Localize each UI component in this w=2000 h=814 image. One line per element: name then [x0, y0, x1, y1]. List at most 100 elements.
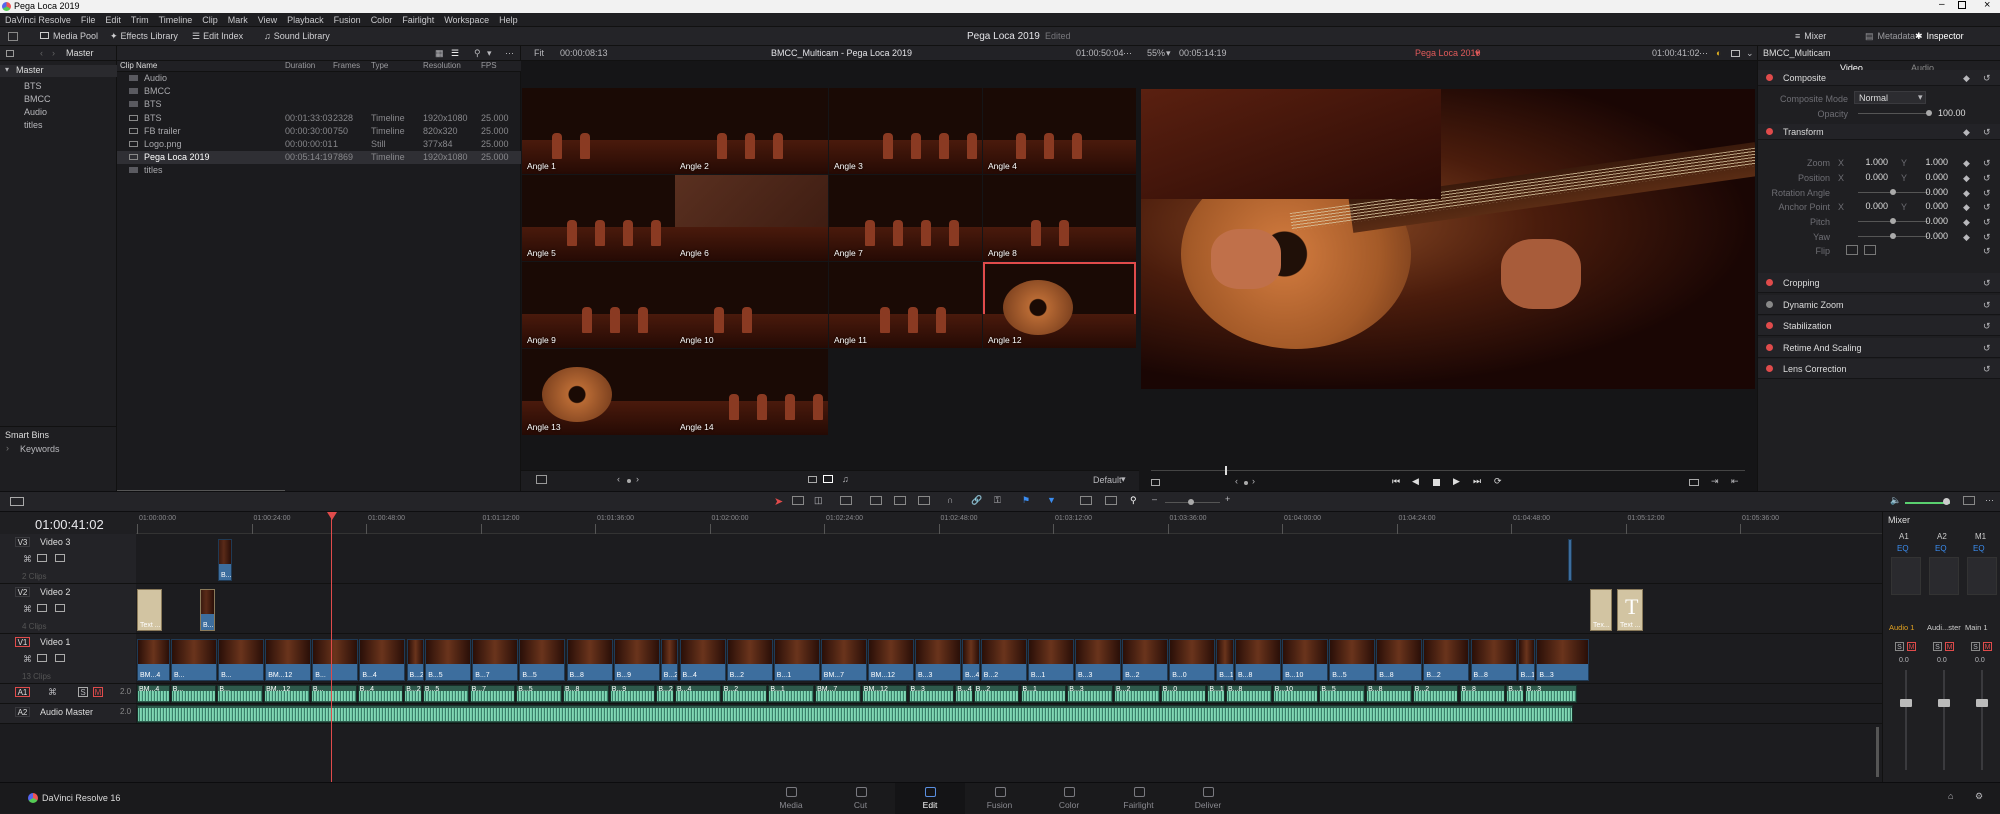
- angle-tile[interactable]: Angle 1: [522, 88, 675, 174]
- track-id[interactable]: V2: [15, 587, 30, 597]
- v1-clip[interactable]: B...1: [1027, 639, 1074, 681]
- reset-icon[interactable]: ↺: [1983, 70, 1991, 86]
- a1-clip[interactable]: B...: [170, 685, 217, 703]
- bypass-color-icon[interactable]: ◐: [1716, 46, 1721, 61]
- track-id[interactable]: V3: [15, 537, 30, 547]
- transform-value[interactable]: 0.000: [1908, 201, 1948, 212]
- minimize-button[interactable]: –: [1939, 0, 1945, 10]
- angle-tile[interactable]: Angle 11: [829, 262, 982, 348]
- mute-icon[interactable]: M: [1945, 642, 1954, 651]
- opacity-slider-handle[interactable]: [1926, 110, 1932, 116]
- disable-video-icon[interactable]: [55, 604, 65, 612]
- a1-clip[interactable]: B...1: [1207, 685, 1225, 703]
- a1-clip[interactable]: B...2: [1114, 685, 1160, 703]
- loop-icon[interactable]: ⟳: [1494, 476, 1502, 487]
- v3-clip[interactable]: B...: [218, 539, 232, 581]
- thumbnail-view-icon[interactable]: ▦: [435, 46, 444, 61]
- a1-clip[interactable]: B...3: [908, 685, 955, 703]
- transform-value[interactable]: 0.000: [1848, 172, 1888, 183]
- lock-icon[interactable]: ⌘: [23, 554, 32, 565]
- column-frames[interactable]: Frames: [333, 61, 360, 70]
- angle-tile[interactable]: Angle 14: [675, 349, 828, 435]
- more-options-icon[interactable]: ⋯: [1699, 46, 1708, 61]
- menu-item[interactable]: File: [76, 13, 101, 27]
- home-icon[interactable]: ⌂: [1948, 791, 1953, 801]
- lock-icon[interactable]: ⌘: [48, 687, 57, 698]
- column-resolution[interactable]: Resolution: [423, 61, 461, 70]
- a1-clip[interactable]: BM...12: [264, 685, 310, 703]
- menu-item[interactable]: Edit: [100, 13, 126, 27]
- effects-library-button[interactable]: ✦ Effects Library: [110, 27, 178, 46]
- solo-icon[interactable]: S: [1971, 642, 1980, 651]
- auto-select-icon[interactable]: [37, 654, 47, 662]
- v1-clip[interactable]: B...3: [1536, 639, 1589, 681]
- edit-index-button[interactable]: ☰ Edit Index: [192, 27, 243, 46]
- menu-item[interactable]: View: [253, 13, 282, 27]
- enable-dot-icon[interactable]: [1766, 322, 1773, 329]
- column-fps[interactable]: FPS: [481, 61, 497, 70]
- a1-clip[interactable]: B...3: [1067, 685, 1113, 703]
- v1-clip[interactable]: B...2: [980, 639, 1027, 681]
- menu-item[interactable]: Fairlight: [397, 13, 439, 27]
- angle-tile[interactable]: Angle 12: [983, 262, 1136, 348]
- track-id[interactable]: A1: [15, 687, 30, 697]
- angle-tile[interactable]: Angle 8: [983, 175, 1136, 261]
- media-row[interactable]: FB trailer 00:00:30:00 750 Timeline 820x320 2…: [117, 125, 521, 138]
- section-transform[interactable]: Transform ◆ ↺: [1758, 124, 2000, 140]
- zoom-in-icon[interactable]: +: [1225, 494, 1230, 504]
- a1-clip[interactable]: B...8: [1366, 685, 1412, 703]
- page-tab-media[interactable]: Media: [756, 783, 826, 814]
- a1-clip[interactable]: B...4: [675, 685, 721, 703]
- v1-clip[interactable]: B...5: [425, 639, 472, 681]
- reset-icon[interactable]: ↺: [1983, 232, 1991, 243]
- v1-clip[interactable]: B...5: [519, 639, 566, 681]
- a1-clip[interactable]: BM...4: [137, 685, 170, 703]
- chevron-down-icon[interactable]: ▾: [1121, 474, 1126, 485]
- v1-clip[interactable]: BM...4: [137, 639, 170, 681]
- v1-clip[interactable]: B...2: [406, 639, 425, 681]
- angle-tile[interactable]: Angle 7: [829, 175, 982, 261]
- marker-icon[interactable]: ▼: [1047, 495, 1056, 505]
- a1-clip[interactable]: B...7: [469, 685, 516, 703]
- a1-clip[interactable]: B...: [310, 685, 357, 703]
- v1-clip[interactable]: BM...12: [867, 639, 914, 681]
- page-tab-fairlight[interactable]: Fairlight: [1104, 783, 1174, 814]
- smart-bin-keywords[interactable]: Keywords: [20, 444, 60, 454]
- bin-root[interactable]: ▾ Master: [0, 65, 117, 77]
- zoom-slider-handle[interactable]: [1188, 499, 1194, 505]
- enable-dot-icon[interactable]: [1766, 128, 1773, 135]
- opacity-slider[interactable]: [1858, 113, 1928, 114]
- chevron-left-icon[interactable]: ‹: [617, 474, 620, 484]
- transform-value[interactable]: 0.000: [1908, 172, 1948, 183]
- angle-tile[interactable]: Angle 2: [675, 88, 828, 174]
- lock-icon[interactable]: ⚿: [994, 495, 1001, 506]
- workspace-toggle-icon[interactable]: [8, 32, 18, 41]
- keyframe-icon[interactable]: ◆: [1963, 217, 1970, 228]
- speaker-icon[interactable]: 🔈: [1890, 495, 1901, 506]
- auto-select-icon[interactable]: [37, 604, 47, 612]
- insert-clip-icon[interactable]: [870, 496, 882, 505]
- bin-item-titles[interactable]: titles: [24, 120, 43, 130]
- timeline-name-select[interactable]: Pega Loca 2019: [1415, 46, 1481, 61]
- a1-clip[interactable]: B...4: [955, 685, 973, 703]
- selection-tool-icon[interactable]: ➤: [774, 495, 783, 508]
- media-row[interactable]: Logo.png 00:00:00:01 1 Still 377x84 25.000: [117, 138, 521, 151]
- v1-clip[interactable]: B...: [312, 639, 359, 681]
- chevron-right-icon[interactable]: ›: [1252, 476, 1255, 486]
- keyframe-icon[interactable]: ◆: [1963, 232, 1970, 243]
- audio-only-icon[interactable]: ♫: [842, 474, 849, 484]
- expand-icon[interactable]: ⌄: [1746, 46, 1754, 61]
- nav-forward-icon[interactable]: ›: [52, 46, 55, 61]
- bin-item-bts[interactable]: BTS: [24, 81, 42, 91]
- slider-handle[interactable]: [1890, 233, 1896, 239]
- angle-tile[interactable]: Angle 13: [522, 349, 675, 435]
- more-options-icon[interactable]: ⋯: [1985, 495, 1994, 506]
- angle-tile[interactable]: Angle 6: [675, 175, 828, 261]
- transform-value[interactable]: 0.000: [1908, 187, 1948, 198]
- a1-clip[interactable]: B...2: [404, 685, 422, 703]
- keyframe-icon[interactable]: ◆: [1963, 158, 1970, 169]
- viewer-mode-icon[interactable]: [1731, 50, 1740, 57]
- v1-clip[interactable]: B...2: [726, 639, 773, 681]
- a1-clip[interactable]: B...2: [656, 685, 674, 703]
- bin-item-bmcc[interactable]: BMCC: [24, 94, 51, 104]
